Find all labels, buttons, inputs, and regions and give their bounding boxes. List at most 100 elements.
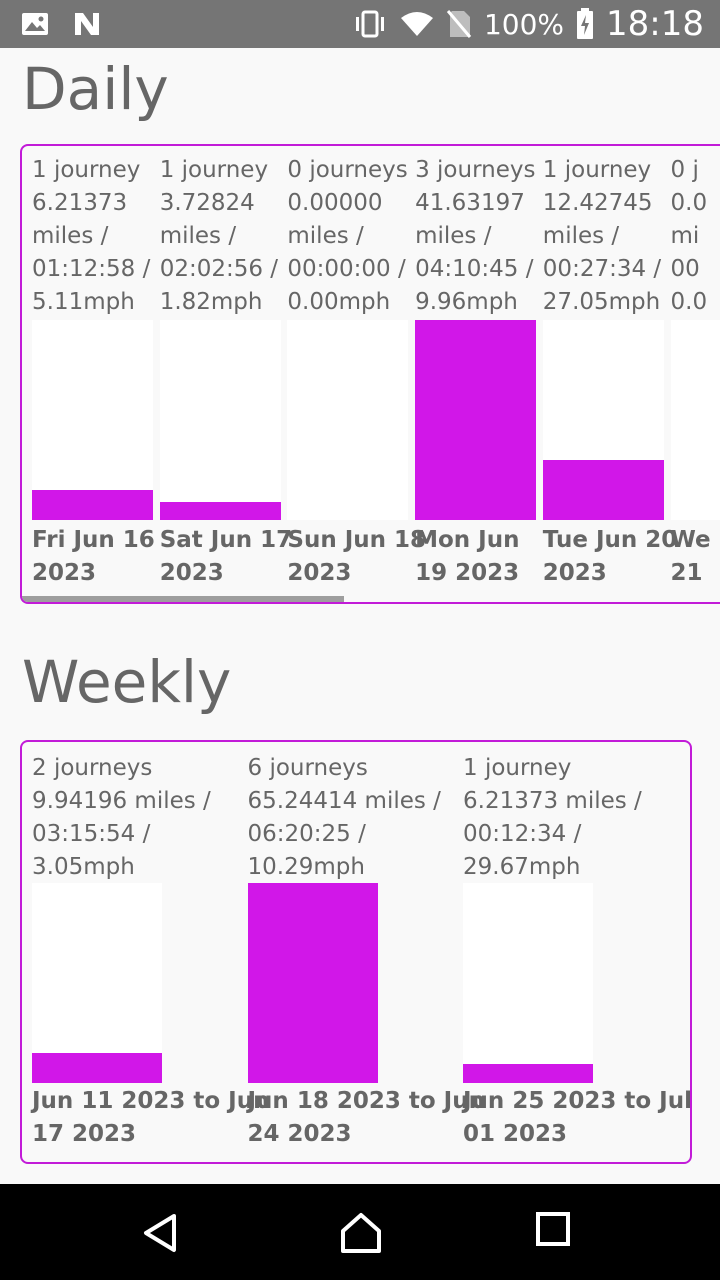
week-label-line1: Jun 11 2023 to Jun [32, 1088, 270, 1114]
duration-value: 00:27:34 / [542, 256, 662, 282]
weekly-chart-card[interactable]: 2 journeys 9.94196 miles / 03:15:54 / 3.05m… [20, 740, 692, 1164]
day-label: Mon Jun 19 2023 [415, 524, 519, 590]
distance-value: 9.94196 miles / [32, 788, 211, 814]
distance-value: 65.24414 miles / [247, 788, 441, 814]
daily-bar-column[interactable]: 1 journey 12.42745 miles / 00:27:34 / 27.05m… [542, 146, 677, 586]
daily-chart-card[interactable]: 1 journey 6.21373 miles / 01:12:58 / 5.11mph… [20, 144, 720, 604]
battery-percent: 100% [483, 7, 565, 41]
home-icon[interactable] [340, 1212, 382, 1258]
day-label-line1: Mon Jun [415, 527, 520, 553]
distance-unit: miles / [287, 223, 364, 249]
week-stats: 1 journey 6.21373 miles / 00:12:34 / 29.67m… [463, 752, 642, 884]
daily-title: Daily [22, 55, 169, 123]
bar-track [32, 320, 153, 520]
distance-unit: miles / [415, 223, 492, 249]
week-label-line2: 17 2023 [32, 1121, 137, 1147]
duration-value: 00:00:00 / [287, 256, 406, 282]
daily-bar-column[interactable]: 1 journey 6.21373 miles / 01:12:58 / 5.11mph… [32, 146, 155, 586]
distance-value: 6.21373 [32, 190, 128, 216]
daily-bar-column[interactable]: 0 j 0.0 mi 00 0.0 We 21 [670, 146, 720, 586]
day-stats: 1 journey 12.42745 miles / 00:27:34 / 27.05m… [543, 154, 661, 319]
weekly-title: Weekly [22, 648, 232, 716]
daily-bar [159, 502, 281, 520]
day-label-line1: Tue Jun 20 [542, 527, 678, 553]
bar-track [670, 320, 720, 520]
journey-count: 0 j [670, 157, 699, 183]
recents-icon[interactable] [536, 1212, 570, 1250]
battery-charging-icon [576, 8, 594, 40]
week-label-line1: Jun 18 2023 to Jun [247, 1088, 485, 1114]
week-label: Jun 25 2023 to Jul 01 2023 [463, 1085, 692, 1151]
week-label-line1: Jun 25 2023 to Jul [463, 1088, 692, 1114]
bar-track [415, 320, 537, 520]
day-label-line2: 21 [670, 560, 703, 586]
bar-track [247, 883, 378, 1083]
duration-value: 02:02:56 / [159, 256, 279, 282]
weekly-bar-column[interactable]: 6 journeys 65.24414 miles / 06:20:25 / 10.2… [247, 742, 485, 1152]
horizontal-scrollbar[interactable] [22, 596, 344, 602]
daily-bar-column[interactable]: 3 journeys 41.63197 miles / 04:10:45 / 9.96m… [415, 146, 537, 586]
speed-value: 0.0 [670, 289, 708, 315]
journey-count: 1 journey [463, 755, 572, 781]
day-label-line2: 2023 [159, 560, 224, 586]
distance-value: 41.63197 [415, 190, 525, 216]
daily-bar [542, 460, 664, 520]
duration-value: 01:12:58 / [32, 256, 151, 282]
bar-track [542, 320, 664, 520]
journey-count: 2 journeys [32, 755, 153, 781]
day-label-line2: 2023 [542, 560, 607, 586]
distance-value: 3.72824 [159, 190, 255, 216]
journey-count: 6 journeys [247, 755, 368, 781]
speed-value: 1.82mph [159, 289, 263, 315]
journey-count: 1 journey [159, 157, 269, 183]
distance-unit: miles / [32, 223, 109, 249]
day-label: Sun Jun 18 2023 [287, 524, 426, 590]
speed-value: 27.05mph [542, 289, 661, 315]
day-stats: 1 journey 3.72824 miles / 02:02:56 / 1.82mph [160, 154, 278, 319]
stats-content[interactable]: Daily 1 journey 6.21373 miles / 01:12:58 / 5… [0, 48, 720, 1184]
day-stats: 1 journey 6.21373 miles / 01:12:58 / 5.11mph [32, 154, 150, 319]
daily-bar [32, 490, 153, 520]
bar-track [159, 320, 281, 520]
journey-count: 1 journey [32, 157, 141, 183]
day-label-line1: Sun Jun 18 [287, 527, 427, 553]
day-stats: 3 journeys 41.63197 miles / 04:10:45 / 9.96m… [415, 154, 535, 319]
vibrate-icon [352, 9, 388, 39]
speed-value: 0.00mph [287, 289, 391, 315]
daily-bar-column[interactable]: 0 journeys 0.00000 miles / 00:00:00 / 0.00mp… [287, 146, 426, 586]
speed-value: 9.96mph [415, 289, 518, 315]
weekly-bar [247, 883, 378, 1083]
speed-value: 29.67mph [463, 854, 581, 880]
duration-value: 04:10:45 / [415, 256, 534, 282]
week-label-line2: 01 2023 [463, 1121, 568, 1147]
distance-value: 6.21373 miles / [463, 788, 642, 814]
distance-value: 12.42745 [542, 190, 653, 216]
speed-value: 3.05mph [32, 854, 135, 880]
navigation-bar [0, 1184, 720, 1280]
duration-value: 06:20:25 / [247, 821, 366, 847]
day-label-line2: 2023 [287, 560, 352, 586]
distance-unit: mi [670, 223, 700, 249]
distance-unit: miles / [542, 223, 620, 249]
duration-value: 00 [670, 256, 700, 282]
n-app-icon [72, 10, 102, 38]
day-label-line2: 2023 [32, 560, 97, 586]
day-label-line1: Sat Jun 17 [159, 527, 293, 553]
daily-bar [415, 320, 537, 520]
clock: 18:18 [606, 4, 704, 44]
duration-value: 00:12:34 / [463, 821, 582, 847]
wifi-icon [400, 10, 434, 38]
day-label: Fri Jun 16 2023 [32, 524, 155, 590]
distance-value: 0.0 [670, 190, 708, 216]
weekly-bar [32, 1053, 162, 1083]
status-bar: 100% 18:18 [0, 0, 720, 48]
day-stats: 0 j 0.0 mi 00 0.0 [671, 154, 708, 319]
day-label-line2: 19 2023 [415, 560, 520, 586]
weekly-bar-column[interactable]: 2 journeys 9.94196 miles / 03:15:54 / 3.05m… [32, 742, 269, 1152]
daily-bar-column[interactable]: 1 journey 3.72824 miles / 02:02:56 / 1.82mph… [159, 146, 292, 586]
back-icon[interactable] [140, 1212, 180, 1258]
journey-count: 3 journeys [415, 157, 536, 183]
weekly-bar-column[interactable]: 1 journey 6.21373 miles / 00:12:34 / 29.67m… [463, 742, 690, 1152]
week-label-line2: 24 2023 [247, 1121, 352, 1147]
day-label-line1: Fri Jun 16 [32, 527, 155, 553]
